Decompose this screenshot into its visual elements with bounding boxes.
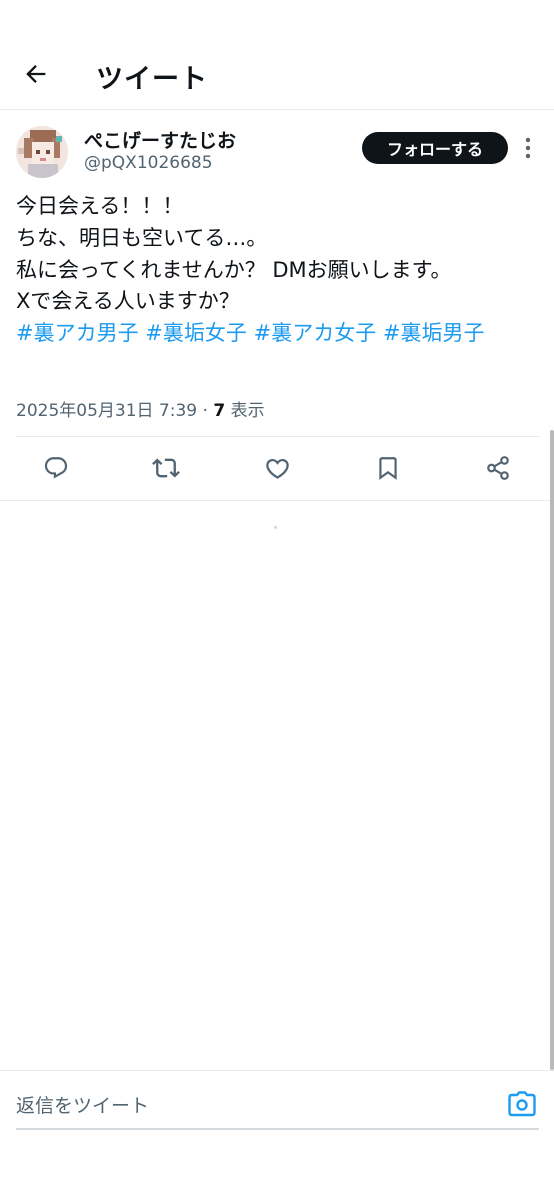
bookmark-icon [379,457,397,480]
hashtag-link[interactable]: #裏アカ女子 [254,321,377,345]
avatar[interactable] [16,126,68,178]
camera-button[interactable] [505,1089,539,1119]
like-icon [265,458,289,479]
hashtag-list: #裏アカ男子 #裏垢女子 #裏アカ女子 #裏垢男子 [16,321,485,345]
share-button[interactable] [482,452,514,484]
bookmark-button[interactable] [372,452,404,484]
hashtag-link[interactable]: #裏垢女子 [145,321,247,345]
reply-button[interactable] [40,452,72,484]
tweet-line: Xで会える人いますか？ [16,289,240,314]
like-button[interactable] [261,452,293,484]
hashtag-link[interactable]: #裏アカ男子 [16,321,139,345]
tweet-meta: 2025年05月31日 7:39 · 7 表示 [16,396,265,421]
tweet-line: 今日会える！！！ [16,194,184,218]
camera-icon [508,1091,536,1117]
reply-input[interactable]: 返信をツイート [16,1086,486,1122]
divider [0,1070,554,1071]
tweet-text: 今日会える！！！ ちな、明日も空いてる…。 私に会ってくれませんか？ DMお願い… [16,191,540,350]
reply-icon [44,457,68,479]
retweet-icon [152,458,180,478]
author-handle[interactable]: @pQX1026685 [84,153,213,173]
meta-separator: · [197,401,214,421]
follow-button[interactable]: フォローする [362,132,508,164]
tweet-line: ちな、明日も空いてる…。 [16,225,268,250]
loading-indicator [274,526,277,529]
scrollbar[interactable] [550,430,554,1070]
hashtag-link[interactable]: #裏垢男子 [383,321,485,345]
back-button[interactable] [16,56,56,92]
views-count: 7 [213,401,226,421]
more-vertical-icon [525,137,531,159]
reply-input-underline [16,1128,539,1130]
avatar-image [16,126,68,178]
tweet-timestamp[interactable]: 2025年05月31日 7:39 [16,401,197,421]
retweet-button[interactable] [150,452,182,484]
author-name[interactable]: ぺこげーすたじお [84,126,236,153]
views-label: 表示 [225,401,265,421]
top-app-bar: ツイート [0,0,554,110]
tweet-line: 私に会ってくれませんか？ DMお願いします。 [16,257,452,282]
arrow-left-icon [26,65,46,83]
page-title: ツイート [96,64,208,95]
divider [0,500,554,501]
share-icon [487,456,509,480]
more-button[interactable] [516,136,540,160]
divider [16,436,540,437]
